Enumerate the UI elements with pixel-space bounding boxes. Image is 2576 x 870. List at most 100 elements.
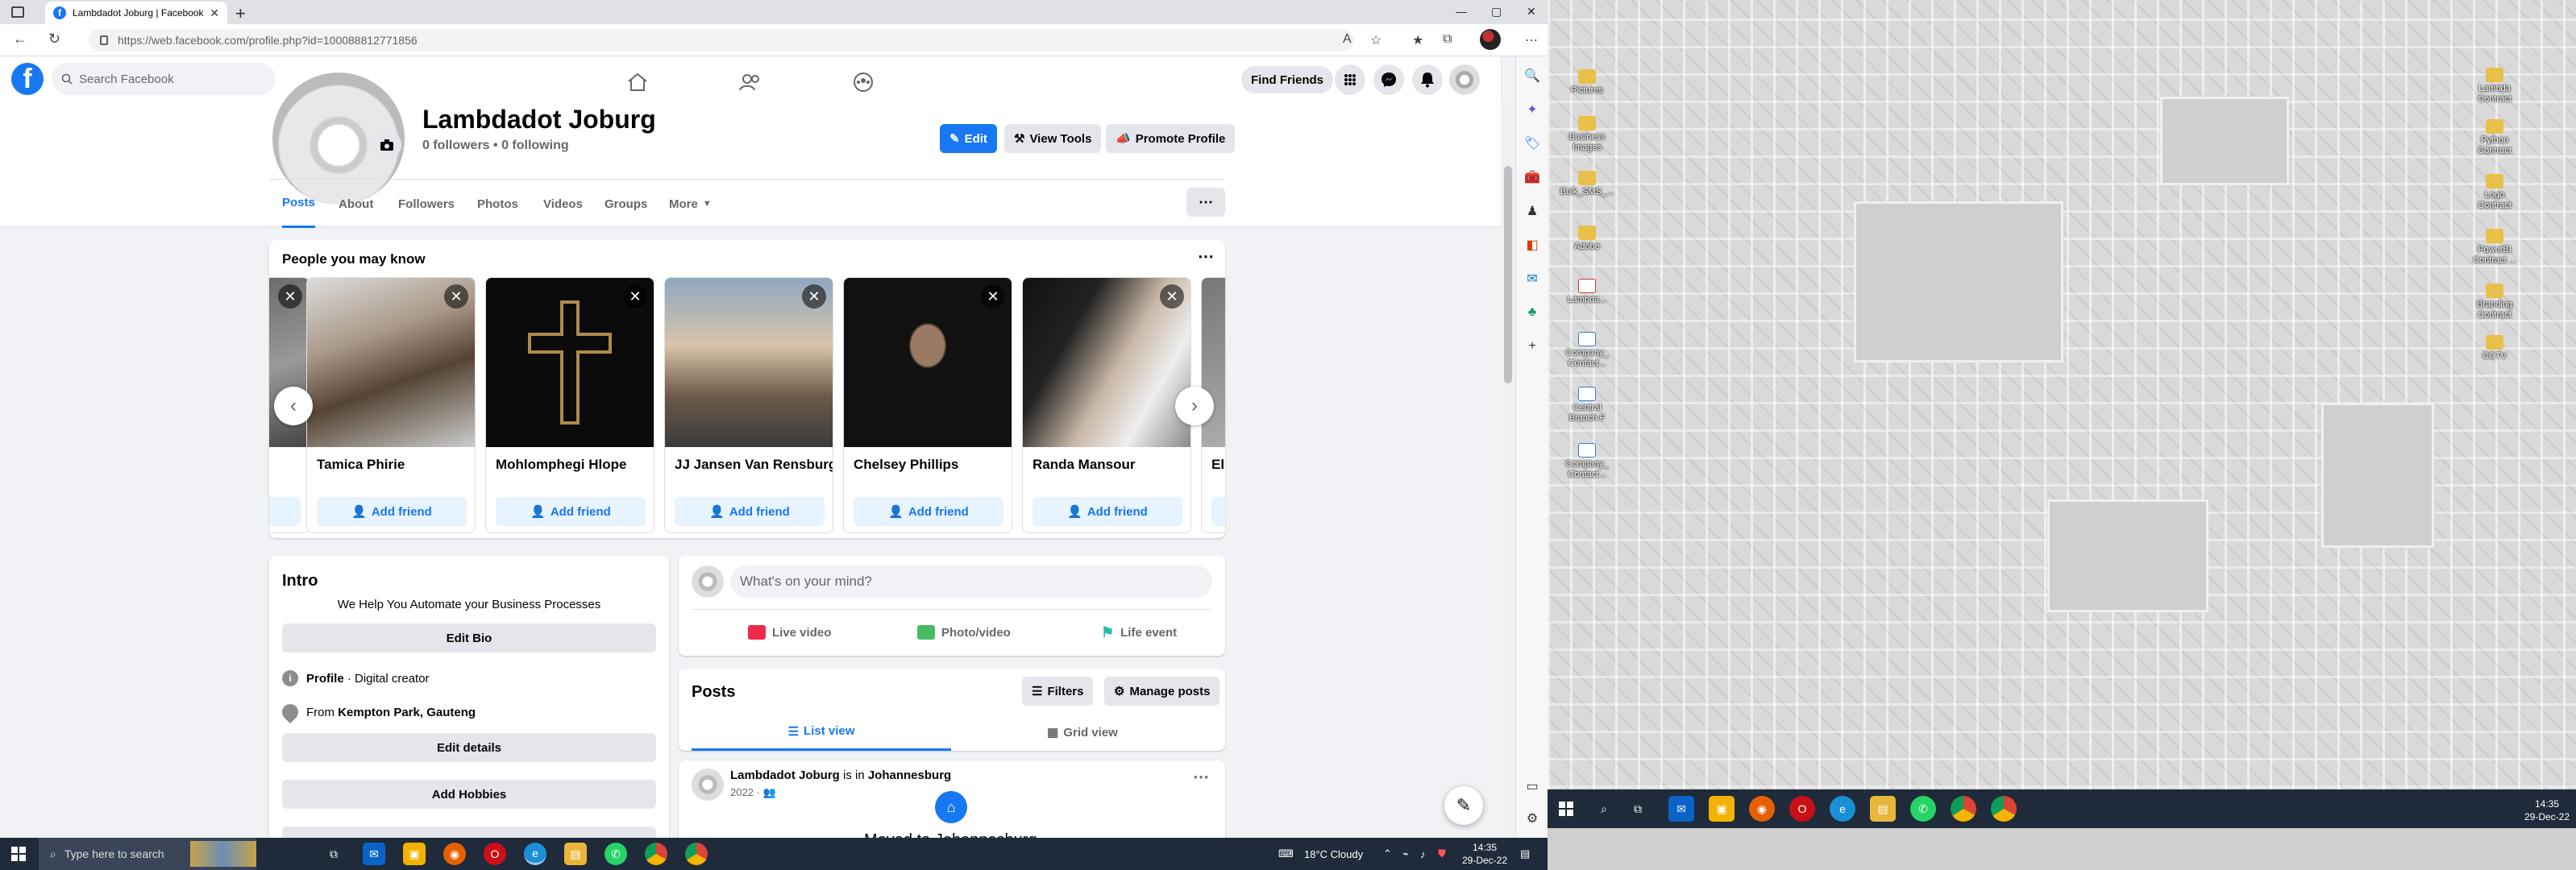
add-friend-button[interactable]: [269, 497, 301, 526]
desktop-icon[interactable]: Pictures: [1551, 69, 1623, 96]
sidebar-outlook-icon[interactable]: ✉: [1524, 271, 1540, 287]
page-scrollbar[interactable]: [1501, 102, 1515, 838]
desktop-icon[interactable]: Lambda Contract: [2458, 68, 2531, 105]
facebook-search[interactable]: [52, 63, 276, 95]
url-field[interactable]: https://web.facebook.com/profile.php?id=…: [89, 29, 1354, 52]
taskbar-search[interactable]: ⌕ Type here to search: [39, 838, 256, 870]
browser-profile-avatar[interactable]: [1480, 29, 1501, 50]
sidebar-office-icon[interactable]: ◧: [1524, 237, 1540, 253]
desktop-icon[interactable]: Company_ Contact...: [1551, 332, 1623, 369]
person-name[interactable]: JJ Jansen Van Rensburg: [675, 457, 833, 473]
desktop-icon[interactable]: Lambda...: [1551, 279, 1623, 305]
task-view-icon[interactable]: ⧉: [1625, 796, 1651, 822]
read-aloud-icon[interactable]: A: [1343, 32, 1352, 47]
filters-button[interactable]: ☰ Filters: [1022, 677, 1094, 706]
pymk-options-icon[interactable]: ⋯: [1198, 246, 1214, 267]
desktop-icon[interactable]: Business Images: [1551, 116, 1623, 153]
desktop-icon[interactable]: Company_ Contact...: [1551, 443, 1623, 480]
sidebar-layout-icon[interactable]: ▭: [1524, 778, 1540, 794]
taskbar-clock[interactable]: 14:35 29-Dec-22: [2524, 798, 2570, 823]
new-message-icon[interactable]: ✎: [1444, 786, 1483, 825]
carousel-prev-button[interactable]: ‹: [274, 387, 313, 425]
whats-on-your-mind-input[interactable]: What's on your mind?: [730, 566, 1212, 598]
close-icon[interactable]: ✕: [444, 284, 468, 309]
grid-view-tab[interactable]: ▦ Grid view: [953, 714, 1212, 751]
post-author-avatar[interactable]: [692, 768, 724, 801]
tab-photos[interactable]: Photos: [477, 180, 518, 228]
add-friend-button[interactable]: 👤 Add friend: [675, 497, 825, 526]
desktop-icon[interactable]: Branding Contract: [2458, 284, 2531, 321]
person-name[interactable]: Chelsey Phillips: [854, 457, 958, 473]
antivirus-icon[interactable]: ⛊: [1438, 838, 1446, 870]
person-name[interactable]: Eliz: [1211, 457, 1225, 473]
back-icon[interactable]: ←: [13, 31, 27, 48]
add-friend-button[interactable]: 👤 Add friend: [1032, 497, 1182, 526]
post-place[interactable]: Johannesburg: [868, 768, 951, 782]
close-tab-icon[interactable]: ✕: [210, 6, 219, 20]
find-friends-button[interactable]: Find Friends: [1241, 66, 1333, 93]
groups-nav-icon[interactable]: [811, 64, 916, 100]
add-friend-button[interactable]: [1211, 497, 1225, 526]
composer-avatar[interactable]: [692, 566, 724, 598]
promote-profile-button[interactable]: 📣 Promote Profile: [1106, 124, 1236, 153]
desktop-icon[interactable]: Logo Contract: [2458, 174, 2531, 211]
file-explorer-icon[interactable]: ▤: [564, 843, 587, 865]
search-highlight-image[interactable]: [190, 841, 256, 867]
manage-posts-button[interactable]: ⚙ Manage posts: [1104, 677, 1220, 706]
add-friend-button[interactable]: 👤 Add friend: [317, 497, 467, 526]
tab-posts[interactable]: Posts: [282, 180, 315, 228]
person-name[interactable]: Randa Mansour: [1032, 457, 1136, 473]
edit-bio-button[interactable]: Edit Bio: [282, 624, 656, 652]
camera-icon[interactable]: [372, 130, 401, 160]
carousel-next-button[interactable]: ›: [1175, 387, 1214, 425]
desktop-icon[interactable]: PowerBI Contract ...: [2458, 229, 2531, 266]
new-tab-icon[interactable]: +: [235, 3, 246, 24]
favorite-star-icon[interactable]: ☆: [1370, 32, 1381, 48]
view-tools-button[interactable]: ⚒ View Tools: [1004, 124, 1102, 153]
collections-icon[interactable]: ⧉: [1443, 32, 1452, 47]
person-name[interactable]: Tamica Phirie: [317, 457, 405, 473]
home-nav-icon[interactable]: [585, 64, 690, 100]
intro-from-place[interactable]: Kempton Park, Gauteng: [338, 706, 476, 719]
post-author-name[interactable]: Lambdadot Joburg: [730, 768, 840, 782]
sidebar-sparkle-icon[interactable]: ✦: [1524, 102, 1540, 118]
close-icon[interactable]: ✕: [623, 284, 647, 309]
store-icon[interactable]: ▣: [403, 843, 426, 865]
list-view-tab[interactable]: ☰ List view: [692, 714, 951, 751]
tab-videos[interactable]: Videos: [543, 180, 583, 228]
chrome-icon[interactable]: [645, 843, 667, 865]
post-date[interactable]: 2022 ·: [730, 786, 762, 798]
edge-icon[interactable]: e: [1830, 796, 1855, 822]
tray-keyboard-icon[interactable]: ⌨: [1278, 838, 1294, 870]
tab-followers[interactable]: Followers: [398, 180, 455, 228]
edit-profile-button[interactable]: ✎ Edit: [940, 124, 997, 153]
photo-video-button[interactable]: Photo/video: [917, 616, 1011, 648]
sidebar-settings-icon[interactable]: ⚙: [1524, 810, 1540, 826]
audience-icon[interactable]: 👥: [762, 786, 775, 798]
desktop-icon[interactable]: CCTV: [2458, 335, 2531, 362]
desktop-icon[interactable]: Central Branch F: [1551, 387, 1623, 424]
menu-grid-icon[interactable]: [1335, 64, 1365, 95]
tab-groups[interactable]: Groups: [605, 180, 647, 228]
sidebar-search-icon[interactable]: 🔍: [1524, 68, 1540, 84]
maximize-icon[interactable]: ▢: [1491, 5, 1502, 19]
close-window-icon[interactable]: ✕: [1527, 5, 1536, 19]
close-icon[interactable]: ✕: [278, 284, 302, 309]
close-icon[interactable]: ✕: [1160, 284, 1184, 309]
sidebar-tag-icon[interactable]: 🏷: [1524, 135, 1540, 151]
chrome-icon[interactable]: [1951, 796, 1976, 822]
tray-chevron-icon[interactable]: ⌃: [1383, 838, 1392, 870]
scrollbar-thumb[interactable]: [1504, 166, 1512, 383]
add-friend-button[interactable]: 👤 Add friend: [496, 497, 646, 526]
firefox-icon[interactable]: ◉: [1749, 796, 1775, 822]
sidebar-toolbox-icon[interactable]: 🧰: [1524, 169, 1540, 185]
browser-menu-icon[interactable]: ⋯: [1525, 32, 1538, 48]
chrome-profile-icon[interactable]: [1991, 796, 2017, 822]
add-friend-button[interactable]: 👤 Add friend: [854, 497, 1003, 526]
tab-more[interactable]: More ▼: [669, 180, 712, 228]
post-options-icon[interactable]: ⋯: [1193, 767, 1209, 787]
edge-icon[interactable]: e: [524, 843, 546, 865]
profile-options-button[interactable]: ⋯: [1186, 188, 1225, 217]
taskbar-clock[interactable]: 14:35 29-Dec-22: [1462, 841, 1507, 867]
desktop-icon[interactable]: Adobe: [1551, 226, 1623, 252]
